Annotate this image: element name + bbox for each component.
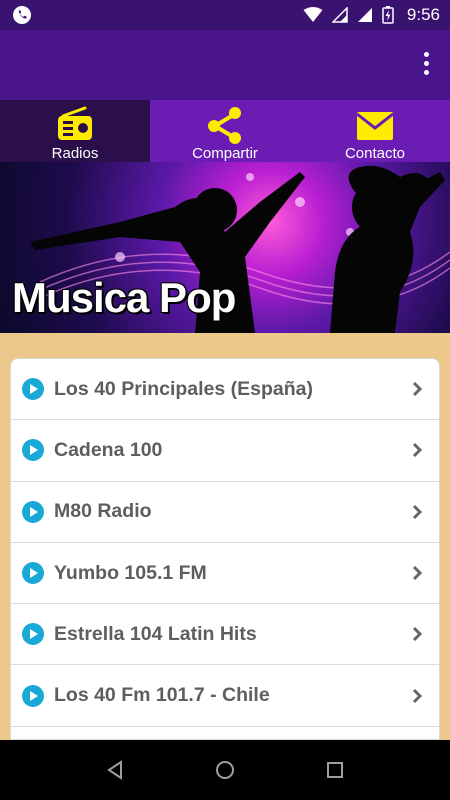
tab-contacto-label: Contacto (344, 145, 406, 162)
phone-call-icon (13, 6, 31, 24)
tab-compartir[interactable]: Compartir (150, 100, 300, 162)
station-name: Los 40 Principales (España) (54, 377, 314, 400)
tab-compartir-label: Compartir (192, 145, 258, 162)
battery-charging-icon (382, 6, 394, 24)
overflow-menu-icon[interactable] (416, 52, 436, 78)
tab-contacto[interactable]: Contacto (300, 100, 450, 162)
list-item[interactable]: Cadena 100 (11, 420, 439, 482)
list-item[interactable]: M80 Radio (11, 482, 439, 543)
share-icon (208, 107, 241, 144)
signal-icon (357, 8, 372, 22)
home-icon[interactable] (213, 758, 237, 782)
banner-title: Musica Pop (12, 274, 236, 321)
recents-icon[interactable] (323, 758, 347, 782)
play-icon (22, 378, 44, 401)
play-icon (22, 439, 44, 462)
tab-radios[interactable]: Radios (0, 100, 150, 162)
back-icon[interactable] (103, 758, 127, 782)
mail-icon (356, 112, 394, 140)
play-icon (22, 684, 44, 707)
station-name: Cadena 100 (54, 438, 163, 461)
station-name: Yumbo 105.1 FM (54, 561, 207, 584)
list-item[interactable]: Los 40 Fm 101.7 - Chile (11, 665, 439, 727)
station-list: Los 40 Principales (España) Cadena 100 M… (10, 358, 440, 740)
tab-bar: Radios Compartir Contacto (0, 100, 450, 162)
status-time: 9:56 (406, 5, 440, 24)
chevron-right-icon (412, 565, 423, 581)
banner-image: Musica Pop (0, 162, 450, 333)
station-name: M80 Radio (54, 500, 152, 523)
chevron-right-icon (412, 504, 423, 519)
wifi-icon (303, 7, 323, 22)
play-icon (22, 562, 44, 585)
list-item[interactable]: Estrella 104 Latin Hits (11, 604, 439, 666)
chevron-right-icon (412, 688, 423, 703)
list-item[interactable]: Los 40 Principales (España) (11, 359, 439, 421)
play-icon (22, 500, 44, 523)
app-bar (0, 30, 450, 100)
signal-icon (331, 7, 348, 23)
radio-icon (58, 106, 92, 140)
station-name: Estrella 104 Latin Hits (54, 622, 257, 645)
play-icon (22, 623, 44, 646)
status-bar: 9:56 (0, 0, 450, 30)
station-name: Los 40 Fm 101.7 - Chile (54, 684, 270, 707)
system-nav-bar (0, 740, 450, 800)
list-item[interactable]: Yumbo 105.1 FM (11, 543, 439, 605)
chevron-right-icon (412, 443, 423, 458)
tab-radios-label: Radios (51, 145, 99, 162)
chevron-right-icon (412, 382, 423, 397)
chevron-right-icon (412, 627, 423, 642)
